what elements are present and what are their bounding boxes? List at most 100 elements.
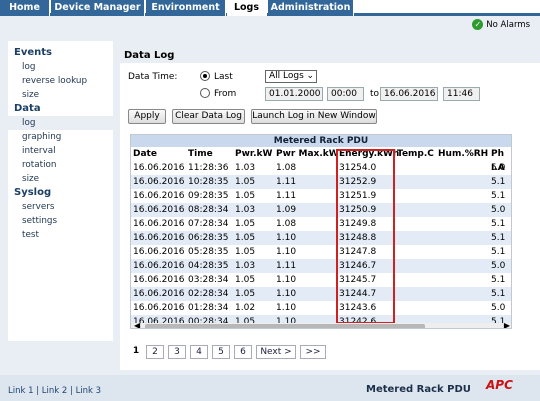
page-6[interactable]: 6	[234, 345, 252, 359]
table-cell: 1.05	[235, 289, 256, 299]
data-time-label: Data Time:	[128, 72, 178, 82]
sidebar-item-data-size[interactable]: size	[8, 172, 113, 186]
table-row: 16.06.2016 08:28:34 1.03 1.09 31250.9 5.0	[131, 203, 511, 217]
from-date-field[interactable]: 01.01.2000	[265, 87, 323, 101]
launch-log-button[interactable]: Launch Log in New Window	[251, 109, 377, 124]
data-log-panel: Data Log Data Time: Last All Logs ⌄ From …	[120, 48, 540, 370]
table-cell: 1.05	[235, 219, 256, 229]
last-select[interactable]: All Logs ⌄	[265, 70, 317, 83]
scroll-left-icon[interactable]: ◀	[134, 321, 140, 328]
col-hum[interactable]: Hum.%RH	[438, 147, 488, 161]
table-cell: 1.05	[235, 233, 256, 243]
sidebar-item-graphing[interactable]: graphing	[8, 130, 113, 144]
table-cell: 5.1	[491, 275, 506, 285]
table-cell: 16.06.2016	[133, 177, 185, 187]
top-nav: Home Device Manager Environment Logs Adm…	[0, 0, 540, 17]
device-name: Metered Rack PDU	[366, 384, 471, 395]
sidebar-item-servers[interactable]: servers	[8, 200, 113, 214]
sidebar-item-interval[interactable]: interval	[8, 144, 113, 158]
table-cell: 09:28:35	[188, 191, 229, 201]
table-cell: 5.1	[491, 219, 506, 229]
to-date-field[interactable]: 16.06.2016	[380, 87, 438, 101]
col-time[interactable]: Time	[188, 147, 213, 161]
sidebar-item-test[interactable]: test	[8, 228, 113, 242]
table-cell: 1.03	[235, 205, 256, 215]
last-select-value: All Logs	[269, 71, 304, 81]
table-cell: 1.05	[235, 275, 256, 285]
to-label: to	[370, 89, 380, 99]
sidebar-item-settings[interactable]: settings	[8, 214, 113, 228]
tab-administration[interactable]: Administration	[268, 0, 354, 16]
horizontal-scrollbar[interactable]: ◀ ▶	[131, 321, 511, 328]
table-cell: 5.0	[491, 303, 506, 313]
table-row: 16.06.2016 09:28:35 1.05 1.11 31251.9 5.1	[131, 189, 511, 203]
table-cell: 16.06.2016	[133, 219, 185, 229]
tab-home[interactable]: Home	[0, 0, 50, 16]
table-cell: 16.06.2016	[133, 275, 185, 285]
table-cell: 1.05	[235, 247, 256, 257]
table-cell: 16.06.2016	[133, 191, 185, 201]
col-phase[interactable]: Ph I.A	[491, 147, 511, 173]
table-cell: 08:28:34	[188, 205, 229, 215]
table-cell: 5.1	[491, 177, 506, 187]
table-cell: 1.03	[235, 163, 256, 173]
table-cell: 1.10	[276, 289, 297, 299]
col-pwr[interactable]: Pwr.kW	[235, 147, 272, 161]
tab-device-manager[interactable]: Device Manager	[51, 0, 145, 16]
table-row: 16.06.2016 05:28:35 1.05 1.10 31247.8 5.1	[131, 245, 511, 259]
table-cell: 01:28:34	[188, 303, 229, 313]
table-cell: 1.05	[235, 177, 256, 187]
table-cell: 16.06.2016	[133, 205, 185, 215]
table-cell: 16.06.2016	[133, 261, 185, 271]
to-time-field[interactable]: 11:46	[443, 87, 480, 101]
table-cell: 16.06.2016	[133, 233, 185, 243]
col-temp[interactable]: Temp.C	[397, 147, 434, 161]
clear-data-log-button[interactable]: Clear Data Log	[172, 109, 245, 124]
apply-button[interactable]: Apply	[128, 109, 166, 124]
table-cell: 02:28:34	[188, 289, 229, 299]
table-cell: 1.02	[235, 303, 256, 313]
radio-from[interactable]	[200, 88, 210, 98]
table-cell: 16.06.2016	[133, 247, 185, 257]
col-pwr-max[interactable]: Pwr Max.kW	[276, 147, 339, 161]
table-cell: 04:28:35	[188, 261, 229, 271]
sidebar-item-data-log[interactable]: log	[8, 116, 113, 130]
col-date[interactable]: Date	[133, 147, 157, 161]
scroll-thumb[interactable]	[145, 324, 425, 328]
page-1[interactable]: 1	[130, 345, 142, 359]
page-5[interactable]: 5	[212, 345, 230, 359]
table-cell: 5.1	[491, 191, 506, 201]
from-time-field[interactable]: 00:00	[327, 87, 364, 101]
next-page-button[interactable]: Next >	[256, 345, 296, 359]
data-log-table: Metered Rack PDU Date Time Pwr.kW Pwr Ma…	[130, 134, 512, 329]
chevron-down-icon: ⌄	[306, 71, 314, 81]
footer-links[interactable]: Link 1 | Link 2 | Link 3	[8, 386, 101, 396]
sidebar-item-events-log[interactable]: log	[8, 60, 113, 74]
radio-last-label: Last	[214, 72, 233, 82]
page-2[interactable]: 2	[146, 345, 164, 359]
table-cell: 16.06.2016	[133, 303, 185, 313]
table-cell: 1.10	[276, 247, 297, 257]
table-cell: 5.1	[491, 289, 506, 299]
scroll-right-icon[interactable]: ▶	[504, 321, 510, 328]
last-page-button[interactable]: >>	[300, 345, 326, 359]
page-4[interactable]: 4	[190, 345, 208, 359]
sidebar-item-reverse-lookup[interactable]: reverse lookup	[8, 74, 113, 88]
radio-last[interactable]	[200, 71, 210, 81]
table-row: 16.06.2016 10:28:35 1.05 1.11 31252.9 5.1	[131, 175, 511, 189]
sidebar-group-syslog: Syslog	[14, 187, 52, 198]
tab-environment[interactable]: Environment	[146, 0, 226, 16]
page-3[interactable]: 3	[168, 345, 186, 359]
sidebar-item-rotation[interactable]: rotation	[8, 158, 113, 172]
energy-highlight-box	[336, 149, 395, 324]
table-cell: 5.0	[491, 163, 506, 173]
content-frame: Events log reverse lookup size Data log …	[0, 35, 540, 375]
apc-logo: APC	[486, 378, 513, 392]
sidebar-item-events-size[interactable]: size	[8, 88, 113, 102]
table-row: 16.06.2016 02:28:34 1.05 1.10 31244.7 5.1	[131, 287, 511, 301]
table-row: 16.06.2016 06:28:35 1.05 1.10 31248.8 5.1	[131, 231, 511, 245]
table-cell: 1.05	[235, 191, 256, 201]
tab-logs[interactable]: Logs	[227, 0, 267, 17]
table-cell: 16.06.2016	[133, 289, 185, 299]
alarm-status[interactable]: ✓ No Alarms	[472, 19, 530, 32]
